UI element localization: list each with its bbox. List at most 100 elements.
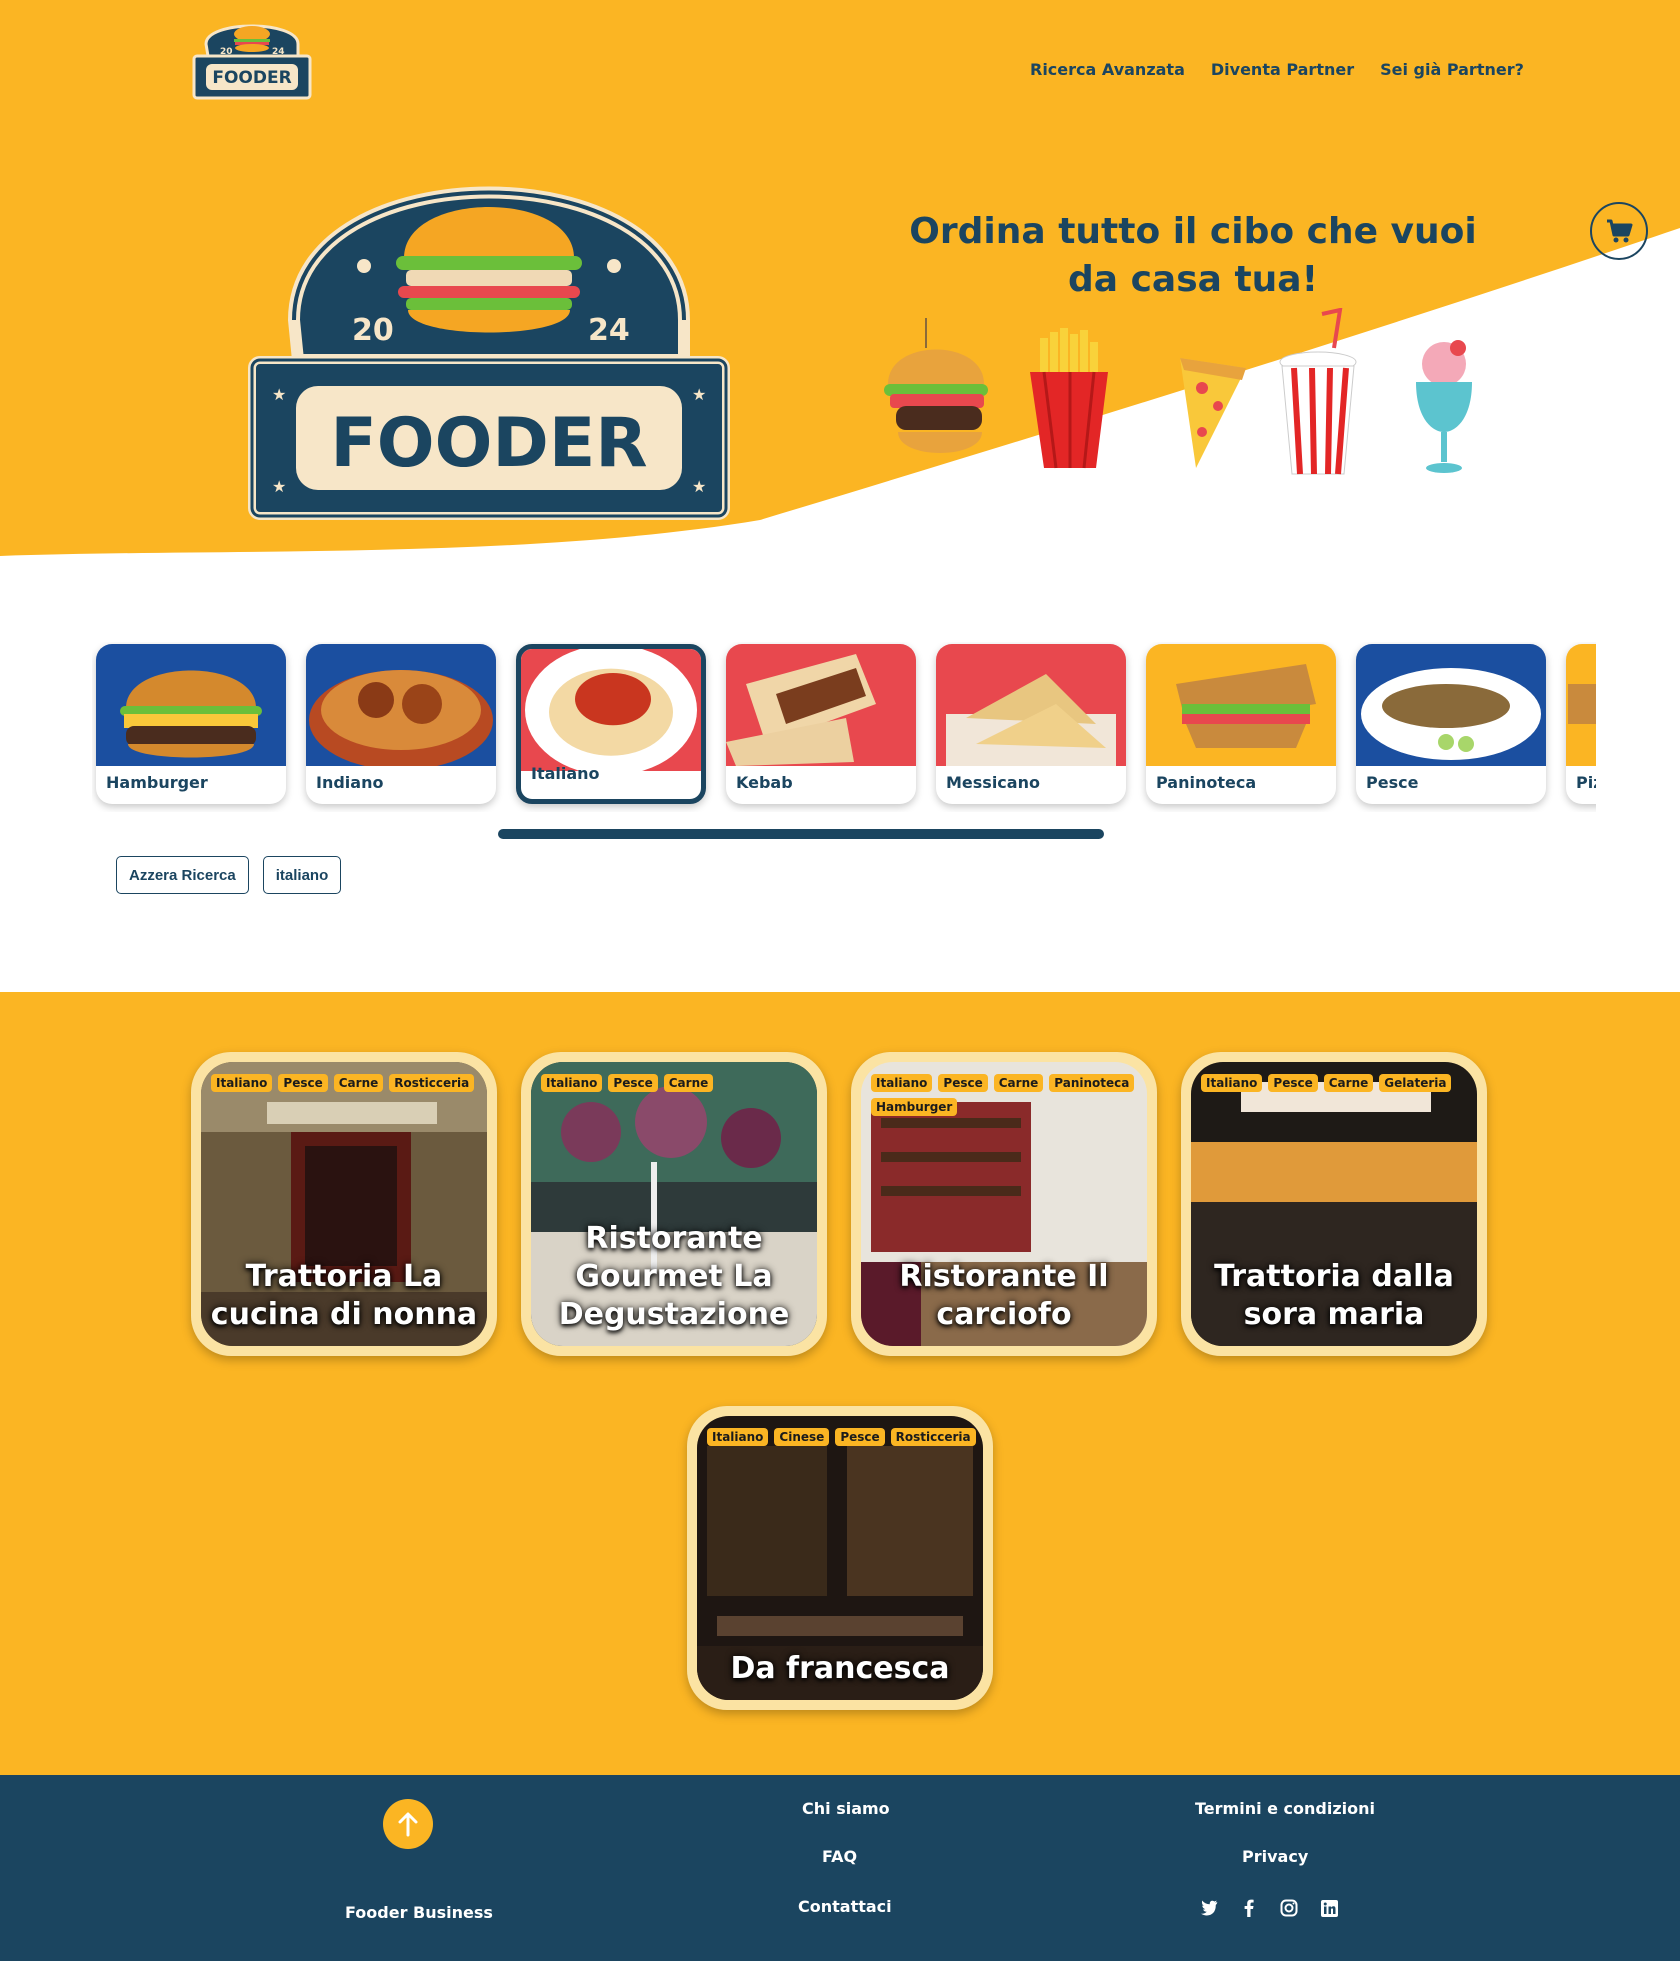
category-card-kebab[interactable]: Kebab [726,644,916,804]
restaurant-name: Trattoria La cucina di nonna [210,1259,478,1332]
messicano-category-image [936,644,1126,766]
restaurant-tag: Italiano [541,1074,603,1092]
nav-link-sei-gia-partner[interactable]: Sei già Partner? [1380,60,1524,79]
instagram-icon[interactable] [1280,1899,1298,1917]
carousel-scrollbar[interactable] [498,829,1104,839]
burger-illustration-icon [884,318,988,453]
restaurant-tag: Rosticceria [890,1428,976,1446]
linkedin-icon[interactable] [1320,1899,1338,1917]
category-label: Paninoteca [1156,773,1257,792]
hero-tagline-line1: Ordina tutto il cibo che vuoi [909,211,1477,252]
food-illustrations [884,308,1472,475]
restaurant-card[interactable]: Italiano Cinese Pesce Rosticceria Da fra… [687,1406,993,1710]
nav-link-diventa-partner[interactable]: Diventa Partner [1211,60,1354,79]
restaurant-tag: Italiano [871,1074,933,1092]
restaurant-card[interactable]: Italiano Pesce Carne Paninoteca Hamburge… [851,1052,1157,1356]
restaurant-tag: Paninoteca [1049,1074,1135,1092]
restaurant-card[interactable]: Italiano Pesce Carne Gelateria Trattoria… [1181,1052,1487,1356]
category-label: Pesce [1366,773,1419,792]
restaurant-tag: Pesce [608,1074,658,1092]
hero-logo-text: FOODER [330,404,647,483]
active-filters: Azzera Ricerca italiano [116,856,342,894]
footer-link-contattaci[interactable]: Contattaci [798,1897,892,1916]
footer-link-termini[interactable]: Termini e condizioni [1195,1799,1375,1818]
svg-text:★: ★ [692,385,706,404]
pesce-category-image [1356,644,1546,766]
category-card-pesce[interactable]: Pesce [1356,644,1546,804]
pizza-category-image [1566,644,1596,766]
hero-tagline: Ordina tutto il cibo che vuoi da casa tu… [900,208,1486,304]
restaurant-tag: Pesce [938,1074,988,1092]
hero-tagline-line2: da casa tua! [1067,259,1319,300]
restaurant-tag: Hamburger [871,1098,958,1116]
indiano-category-image [306,644,496,766]
restaurant-card[interactable]: Italiano Pesce Carne Rosticceria Trattor… [191,1052,497,1356]
social-links [1200,1899,1338,1917]
restaurant-name: Ristorante Gourmet La Degustazione [558,1221,790,1332]
restaurant-card[interactable]: Italiano Pesce Carne Ristorante Gourmet … [521,1052,827,1356]
restaurant-tag: Pesce [835,1428,885,1446]
facebook-icon[interactable] [1240,1899,1258,1917]
nav-logo-text: FOODER [212,68,291,88]
restaurant-tag: Italiano [707,1428,769,1446]
restaurant-tag: Carne [993,1074,1044,1092]
hero-logo: 20 24 FOODER ★ ★ ★ ★ [248,186,730,520]
nav-link-ricerca-avanzata[interactable]: Ricerca Avanzata [1030,60,1185,79]
category-label: Hamburger [106,773,208,792]
restaurant-tag: Carne [333,1074,384,1092]
hero-logo-year-left: 20 [352,313,394,348]
restaurant-tag: Italiano [1201,1074,1263,1092]
footer-link-chi-siamo[interactable]: Chi siamo [802,1799,890,1818]
twitter-icon[interactable] [1200,1899,1218,1917]
restaurant-name: Da francesca [730,1651,950,1686]
reset-search-button[interactable]: Azzera Ricerca [116,856,249,894]
svg-text:★: ★ [272,477,286,496]
category-card-pizza[interactable]: Pizza [1566,644,1596,804]
category-card-paninoteca[interactable]: Paninoteca [1146,644,1336,804]
category-card-italiano[interactable]: Italiano [516,644,706,804]
category-card-messicano[interactable]: Messicano [936,644,1126,804]
restaurant-tag: Pesce [278,1074,328,1092]
kebab-category-image [726,644,916,766]
hero-logo-year-right: 24 [588,313,630,348]
restaurants-section: Italiano Pesce Carne Rosticceria Trattor… [0,992,1680,1775]
restaurant-tags: Italiano Cinese Pesce Rosticceria [707,1428,983,1446]
category-label: Messicano [946,773,1040,792]
category-card-hamburger[interactable]: Hamburger [96,644,286,804]
category-card-indiano[interactable]: Indiano [306,644,496,804]
footer: Fooder Business Chi siamo FAQ Contattaci… [0,1775,1680,1961]
restaurant-tags: Italiano Pesce Carne Rosticceria [211,1074,487,1092]
nav-logo[interactable]: 20 24 FOODER [190,12,314,102]
restaurant-tags: Italiano Pesce Carne [541,1074,817,1092]
category-label: Pizza [1576,773,1596,792]
milkshake-illustration-icon [1416,340,1472,473]
svg-text:★: ★ [272,385,286,404]
filter-chip-italiano[interactable]: italiano [262,856,342,894]
cart-icon [1607,219,1633,243]
restaurant-name: Ristorante Il carciofo [899,1259,1109,1332]
category-label: Indiano [316,773,384,792]
soda-cup-illustration-icon [1279,308,1357,475]
fries-illustration-icon [1030,328,1108,469]
svg-text:★: ★ [692,477,706,496]
restaurant-tag: Gelateria [1379,1074,1452,1092]
main-nav: Ricerca Avanzata Diventa Partner Sei già… [1030,60,1524,79]
restaurant-tag: Carne [1323,1074,1374,1092]
footer-link-faq[interactable]: FAQ [822,1847,857,1866]
scroll-to-top-button[interactable] [383,1799,433,1849]
restaurant-tag: Carne [663,1074,714,1092]
hamburger-category-image [96,644,286,766]
footer-link-privacy[interactable]: Privacy [1242,1847,1308,1866]
restaurant-tag: Cinese [774,1428,830,1446]
footer-link-fooder-business[interactable]: Fooder Business [345,1903,493,1922]
category-carousel[interactable]: Hamburger Indiano Italiano Kebab Messica… [92,642,1596,812]
restaurant-tags: Italiano Pesce Carne Paninoteca Hamburge… [871,1074,1147,1116]
restaurant-tags: Italiano Pesce Carne Gelateria [1201,1074,1477,1092]
category-label: Italiano [531,764,600,783]
arrow-up-icon [398,1812,418,1837]
hero: 20 24 FOODER Ricerca Avanzata Diventa Pa… [0,0,1680,600]
pizza-slice-illustration-icon [1180,358,1246,468]
cart-button[interactable] [1590,202,1648,260]
category-label: Kebab [736,773,793,792]
italiano-category-image [521,649,701,771]
